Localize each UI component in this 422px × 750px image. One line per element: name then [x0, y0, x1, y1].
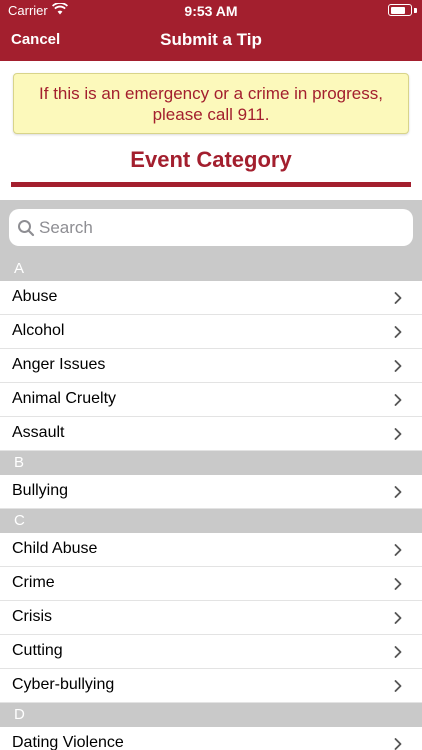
- section-header-d: D: [0, 703, 422, 727]
- list-item[interactable]: Crisis: [0, 601, 422, 635]
- title-divider: [11, 182, 411, 187]
- list-item-label: Crisis: [12, 608, 52, 625]
- emergency-notice: If this is an emergency or a crime in pr…: [13, 73, 409, 134]
- list-item[interactable]: Child Abuse: [0, 533, 422, 567]
- chevron-right-icon: [394, 360, 402, 372]
- chevron-right-icon: [394, 326, 402, 338]
- list-item-label: Abuse: [12, 288, 58, 305]
- list-item[interactable]: Bullying: [0, 475, 422, 509]
- chevron-right-icon: [394, 738, 402, 750]
- section-header-c: C: [0, 509, 422, 533]
- list-item[interactable]: Anger Issues: [0, 349, 422, 383]
- chevron-right-icon: [394, 578, 402, 590]
- list-item[interactable]: Animal Cruelty: [0, 383, 422, 417]
- list-item[interactable]: Cyber-bullying: [0, 669, 422, 703]
- list-item[interactable]: Alcohol: [0, 315, 422, 349]
- category-list: A Abuse Alcohol Anger Issues Animal Cruelty A…: [0, 257, 422, 750]
- list-item-label: Crime: [12, 574, 55, 591]
- list-item-label: Alcohol: [12, 322, 65, 339]
- clock-time: 9:53 AM: [184, 3, 238, 19]
- list-item[interactable]: Dating Violence: [0, 727, 422, 750]
- page-title: Event Category: [130, 147, 292, 172]
- search-bar: [0, 200, 422, 257]
- list-item-label: Child Abuse: [12, 540, 98, 557]
- chevron-right-icon: [394, 612, 402, 624]
- chevron-right-icon: [394, 486, 402, 498]
- list-item-label: Animal Cruelty: [12, 390, 117, 407]
- list-item-label: Bullying: [12, 482, 69, 499]
- list-item-label: Cyber-bullying: [12, 676, 115, 693]
- status-bar: Carrier 9:53 AM: [0, 0, 422, 22]
- list-item[interactable]: Cutting: [0, 635, 422, 669]
- search-input[interactable]: [39, 209, 399, 246]
- search-icon: [18, 220, 35, 237]
- nav-title: Submit a Tip: [160, 30, 262, 49]
- battery-tip: [414, 8, 417, 13]
- search-box[interactable]: [9, 209, 413, 246]
- list-item[interactable]: Abuse: [0, 281, 422, 315]
- chevron-right-icon: [394, 680, 402, 692]
- list-item[interactable]: Assault: [0, 417, 422, 451]
- list-item[interactable]: Crime: [0, 567, 422, 601]
- chevron-right-icon: [394, 544, 402, 556]
- chevron-right-icon: [394, 428, 402, 440]
- chevron-right-icon: [394, 394, 402, 406]
- header: Carrier 9:53 AM Cancel Submit a Tip: [0, 0, 422, 61]
- battery-icon: [388, 4, 412, 16]
- list-item-label: Assault: [12, 424, 65, 441]
- list-item-label: Cutting: [12, 642, 63, 659]
- list-item-label: Dating Violence: [12, 734, 124, 750]
- section-header-b: B: [0, 451, 422, 475]
- section-header-a: A: [0, 257, 422, 281]
- chevron-right-icon: [394, 292, 402, 304]
- list-item-label: Anger Issues: [12, 356, 106, 373]
- chevron-right-icon: [394, 646, 402, 658]
